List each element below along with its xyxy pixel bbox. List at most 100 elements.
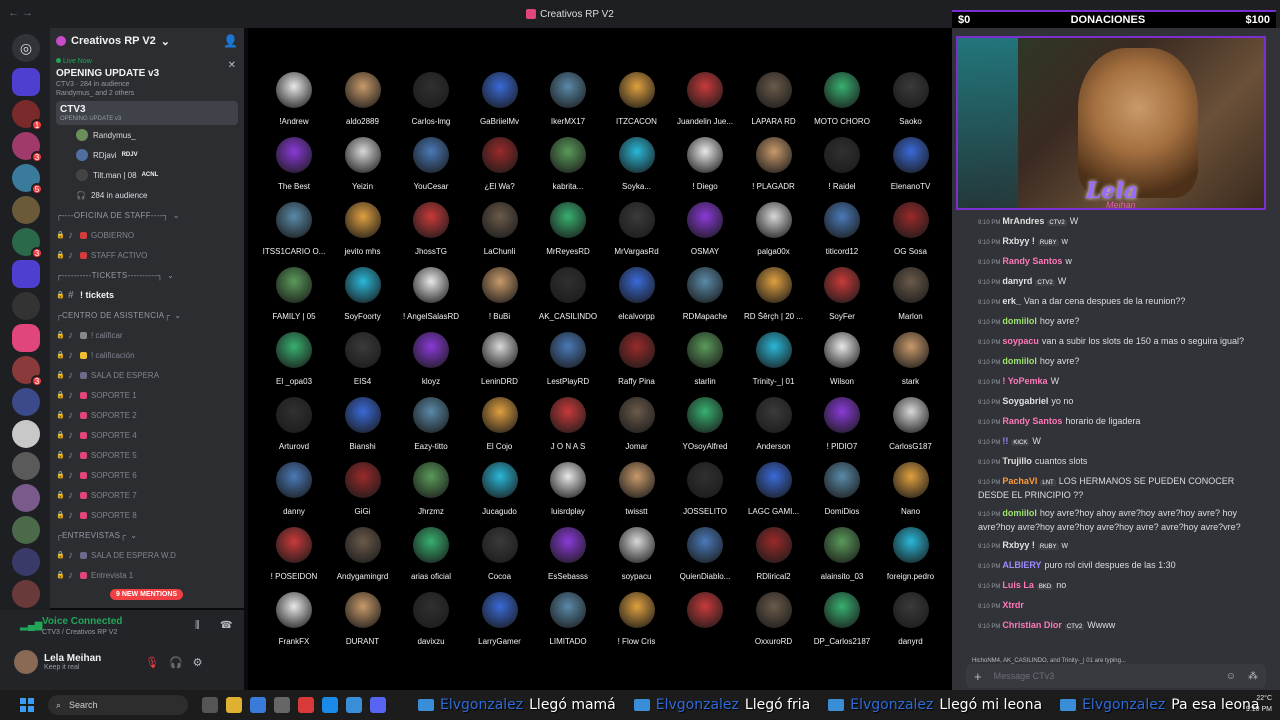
channel-item[interactable]: 🔒 ♪ SOPORTE 4 <box>50 425 244 445</box>
channel-item[interactable]: 🔒 ♪ SALA DE ESPERA <box>50 365 244 385</box>
msg-author[interactable]: Trujillo <box>1002 456 1032 466</box>
close-icon[interactable]: ✕ <box>228 60 236 71</box>
chat-message[interactable]: 9:10 PM Trujillo cuantos slots <box>952 452 1280 472</box>
stage-audience-member[interactable] <box>808 28 876 50</box>
live-stage-card[interactable]: Live Now OPENING UPDATE v3 CTV3 · 284 in… <box>50 54 244 97</box>
add-attachment-icon[interactable]: + <box>974 669 982 684</box>
msg-author[interactable]: Xtrdr <box>1002 600 1024 610</box>
user-area[interactable]: Lela Meihan Keep it real <box>14 650 101 674</box>
stage-audience-member[interactable]: Andygamingrd <box>329 527 397 589</box>
voice-user[interactable]: Tilt.man | 08 ACNL <box>50 165 244 185</box>
stage-audience-member[interactable]: Marlon <box>877 267 945 329</box>
chat-message[interactable]: 9:10 PM domiilol hoy avre? <box>952 352 1280 372</box>
stage-audience-member[interactable]: LAGC GAMI... <box>740 462 808 524</box>
audience-count[interactable]: 🎧 284 in audience <box>50 185 244 205</box>
signal-icon[interactable]: ▂▄▆ <box>20 620 42 631</box>
disconnect-icon[interactable]: ☎ <box>220 620 232 631</box>
msg-author[interactable]: MrAndres <box>1002 216 1044 226</box>
msg-author[interactable]: Randy Santos <box>1002 416 1062 426</box>
stage-audience-member[interactable]: Eazy-titto <box>397 397 465 459</box>
stage-audience-member[interactable]: FrankFX <box>260 592 328 654</box>
invite-icon[interactable]: 👤 <box>223 34 238 48</box>
channel-item[interactable]: 🔒 ♪ SOPORTE 7 <box>50 485 244 505</box>
channel-item[interactable]: 🔒 ♪ SOPORTE 5 <box>50 445 244 465</box>
stage-audience-member[interactable]: ! Raidel <box>808 137 876 199</box>
server-icon-6[interactable]: 3 <box>12 228 43 259</box>
stage-audience-member[interactable] <box>534 28 602 50</box>
stage-audience-member[interactable]: MOTO CHORO <box>808 72 876 134</box>
channel-item[interactable]: 🔒 ♪ ! calificación <box>50 345 244 365</box>
stage-audience-member[interactable]: Jucagudo <box>466 462 534 524</box>
stage-audience-member[interactable] <box>466 28 534 50</box>
stage-audience-member[interactable]: OxxuroRD <box>740 592 808 654</box>
discord-taskbar-icon[interactable] <box>370 697 386 713</box>
msg-author[interactable]: Luis La <box>1002 580 1034 590</box>
stage-audience-member[interactable]: YouCesar <box>397 137 465 199</box>
vscode-icon[interactable] <box>250 697 266 713</box>
stage-audience-member[interactable]: CarlosG187 <box>877 397 945 459</box>
stage-audience-member[interactable]: LAPARA RD <box>740 72 808 134</box>
channel-item[interactable]: 🔒 ♪ SOPORTE 1 <box>50 385 244 405</box>
stage-audience-member[interactable]: luisrdplay <box>534 462 602 524</box>
stage-audience-member[interactable]: DP_Carlos2187 <box>808 592 876 654</box>
msg-author[interactable]: domiilol <box>1002 508 1037 518</box>
chat-message[interactable]: 9:10 PM PachaVI LNT LOS HERMANOS SE PUEDEN … <box>952 472 1280 504</box>
chat-message[interactable]: 9:10 PM domiilol hoy avre?hoy ahoy avre?ho… <box>952 504 1280 536</box>
msg-author[interactable]: Rxbyy ! <box>1002 236 1035 246</box>
edge-icon[interactable] <box>322 697 338 713</box>
stage-audience-member[interactable]: foreign.pedro <box>877 527 945 589</box>
msg-author[interactable]: Randy Santos <box>1002 256 1062 266</box>
stage-audience-member[interactable]: Carlos-lmg <box>397 72 465 134</box>
calculator-icon[interactable] <box>274 697 290 713</box>
chat-message[interactable]: 9:10 PM Christian Dior CTV2 Wwww <box>952 616 1280 636</box>
stage-audience-member[interactable]: ITZCACON <box>603 72 671 134</box>
channel-item[interactable]: 🔒 ♪ STAFF ACTIVO <box>50 245 244 265</box>
headset-icon[interactable]: 🎧 <box>169 656 183 669</box>
stage-audience-member[interactable]: QuienDiablo... <box>671 527 739 589</box>
server-icon-15[interactable] <box>12 548 40 576</box>
stage-audience-member[interactable]: Raffy Pina <box>603 332 671 394</box>
stage-channel-ctv3[interactable]: CTV3 OPENING UPDATE v3 <box>56 101 238 125</box>
stage-audience-member[interactable]: El _opa03 <box>260 332 328 394</box>
emoji-icon[interactable]: ☺ <box>1226 671 1236 682</box>
channel-item[interactable]: 🔒 ♪ SOPORTE 2 <box>50 405 244 425</box>
stage-audience-member[interactable]: ! PLAGADR <box>740 137 808 199</box>
stage-audience-member[interactable]: jevito mhs <box>329 202 397 264</box>
msg-author[interactable]: domiilol <box>1002 316 1037 326</box>
stage-audience-member[interactable]: OSMAY <box>671 202 739 264</box>
stage-audience-member[interactable]: ! BuBi <box>466 267 534 329</box>
stage-audience-member[interactable]: ElenanoTV <box>877 137 945 199</box>
stage-audience-member[interactable]: stark <box>877 332 945 394</box>
taskbar-search[interactable]: ⌕ Search <box>48 695 188 715</box>
stage-audience-member[interactable]: DomiDios <box>808 462 876 524</box>
stage-audience-member[interactable]: Anderson <box>740 397 808 459</box>
msg-author[interactable]: danyrd <box>1002 276 1032 286</box>
stage-audience-member[interactable] <box>740 28 808 50</box>
stage-audience-member[interactable]: elcalvorpp <box>603 267 671 329</box>
gear-icon[interactable]: ⚙ <box>193 656 203 669</box>
stage-audience-member[interactable] <box>329 28 397 50</box>
stage-audience-member[interactable]: ! PIDIO7 <box>808 397 876 459</box>
chat-message[interactable]: 9:10 PM Xtrdr <box>952 596 1280 616</box>
stage-audience-member[interactable]: OG Sosa <box>877 202 945 264</box>
file-explorer-icon[interactable] <box>226 697 242 713</box>
stage-audience-member[interactable] <box>397 28 465 50</box>
server-icon-11[interactable] <box>12 420 40 448</box>
chat-message[interactable]: 9:10 PM! YoPemka W <box>952 372 1280 392</box>
server-icon-13[interactable] <box>12 484 40 512</box>
mic-muted-icon[interactable]: 🎙 <box>145 656 159 669</box>
stage-audience-member[interactable]: Soyka... <box>603 137 671 199</box>
stage-audience-member[interactable]: LarryGamer <box>466 592 534 654</box>
server-icon-8[interactable] <box>12 292 40 320</box>
chat-message[interactable]: 9:10 PM domiilol hoy avre? <box>952 312 1280 332</box>
stage-audience-member[interactable]: GaBriielMv <box>466 72 534 134</box>
stage-audience-member[interactable]: Wilson <box>808 332 876 394</box>
stage-audience-member[interactable] <box>603 28 671 50</box>
voice-user[interactable]: RDjavi RDJV <box>50 145 244 165</box>
channel-item[interactable]: 🔒 ♪ ! calificar <box>50 325 244 345</box>
stage-audience-member[interactable]: RDMapache <box>671 267 739 329</box>
task-view-icon[interactable] <box>202 697 218 713</box>
msg-author[interactable]: PachaVI <box>1002 476 1037 486</box>
stage-audience-member[interactable]: Yeizin <box>329 137 397 199</box>
stage-audience-member[interactable]: LaChunli <box>466 202 534 264</box>
